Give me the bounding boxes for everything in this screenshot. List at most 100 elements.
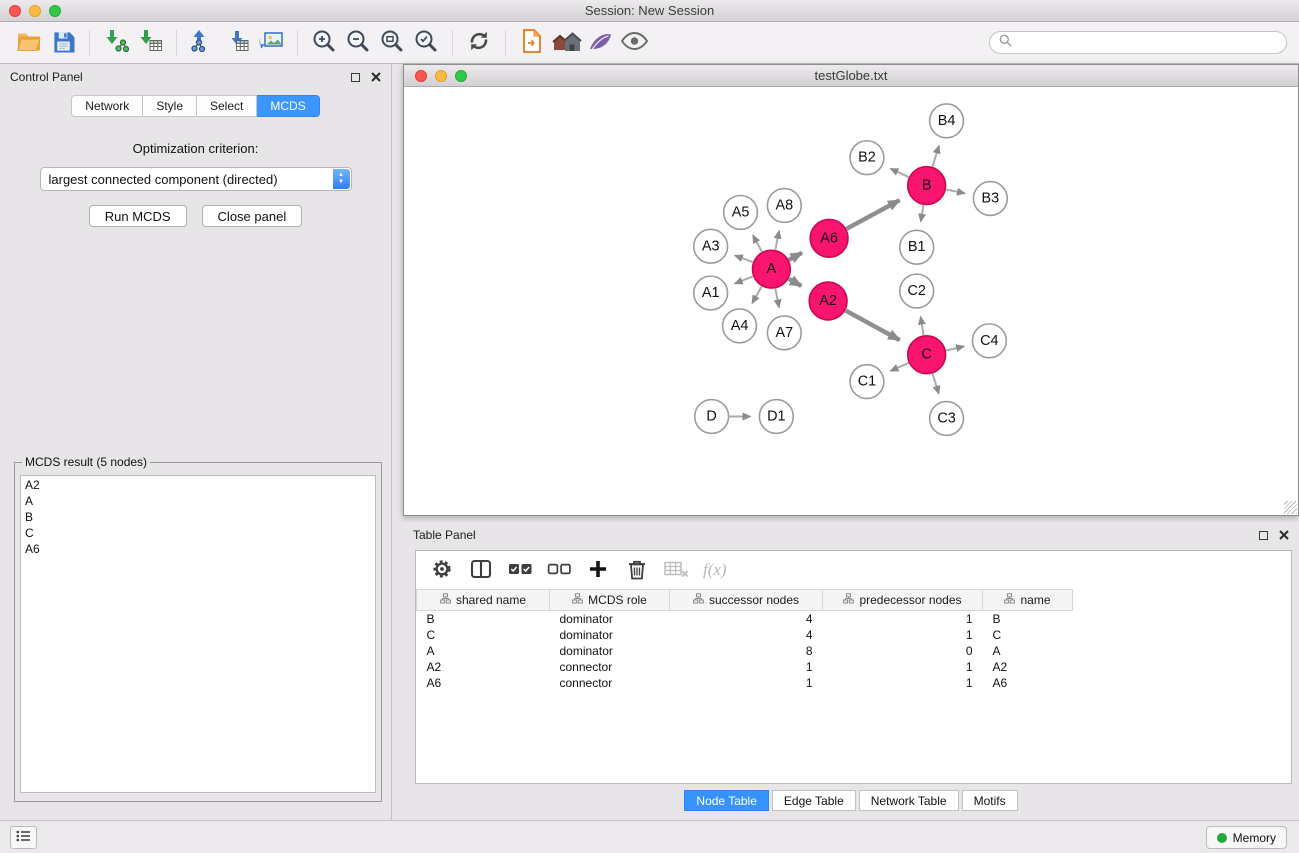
table-cell[interactable]: 1 (823, 627, 983, 643)
network-node[interactable]: D1 (759, 400, 793, 434)
table-row[interactable]: Adominator80A (417, 643, 1292, 659)
search-input[interactable] (1017, 36, 1277, 50)
zoom-fit-button[interactable] (375, 27, 409, 59)
table-cell[interactable]: A (417, 643, 550, 659)
network-close-button[interactable] (415, 70, 427, 82)
table-cell[interactable]: 0 (823, 643, 983, 659)
table-cell[interactable]: A2 (983, 659, 1073, 675)
mcds-result-list[interactable]: A2ABCA6 (20, 475, 376, 793)
tab-node-table[interactable]: Node Table (684, 790, 769, 811)
table-cell[interactable]: A (983, 643, 1073, 659)
close-panel-action-button[interactable]: Close panel (202, 205, 303, 227)
network-edge[interactable] (946, 190, 965, 194)
table-cell[interactable]: 1 (823, 675, 983, 691)
network-edge[interactable] (846, 311, 900, 340)
network-node[interactable]: D (695, 400, 729, 434)
table-cell[interactable]: connector (550, 659, 670, 675)
titlebar[interactable]: Session: New Session (0, 0, 1299, 22)
float-table-panel-button[interactable] (1259, 531, 1268, 540)
zoom-out-button[interactable] (341, 27, 375, 59)
zoom-window-button[interactable] (49, 5, 61, 17)
network-node[interactable]: B3 (973, 182, 1007, 216)
table-row[interactable]: A6connector11A6 (417, 675, 1292, 691)
table-cell[interactable]: 1 (670, 675, 823, 691)
mcds-result-item[interactable]: B (25, 509, 371, 525)
network-zoom-button[interactable] (455, 70, 467, 82)
table-cell[interactable]: C (983, 627, 1073, 643)
search-box[interactable] (989, 31, 1287, 54)
table-cell[interactable]: dominator (550, 611, 670, 627)
unselect-all-columns-button[interactable] (543, 555, 575, 585)
table-row[interactable]: Bdominator41B (417, 611, 1292, 627)
network-edge[interactable] (891, 363, 909, 371)
table-settings-button[interactable] (426, 555, 458, 585)
apply-layout-button[interactable] (462, 27, 496, 59)
network-canvas[interactable]: B4B2BB3A8A5A6A3B1AC2A1A2A4A7C4CC1C3DD1 (404, 87, 1298, 514)
table-cell[interactable]: 1 (823, 659, 983, 675)
run-mcds-button[interactable]: Run MCDS (89, 205, 187, 227)
network-edge[interactable] (933, 374, 939, 394)
network-node[interactable]: B4 (930, 104, 964, 138)
mcds-result-item[interactable]: A2 (25, 477, 371, 493)
select-all-columns-button[interactable] (504, 555, 536, 585)
table-cell[interactable]: C (417, 627, 550, 643)
network-window-titlebar[interactable]: testGlobe.txt (404, 65, 1298, 87)
network-node[interactable]: B (908, 167, 946, 205)
show-column-button[interactable] (465, 555, 497, 585)
table-cell[interactable]: B (417, 611, 550, 627)
import-table-button[interactable] (133, 27, 167, 59)
network-node[interactable]: B1 (900, 230, 934, 264)
zoom-in-button[interactable] (307, 27, 341, 59)
network-edge[interactable] (921, 317, 924, 335)
mcds-result-item[interactable]: A6 (25, 541, 371, 557)
close-table-panel-button[interactable] (1279, 528, 1289, 543)
network-node[interactable]: A3 (694, 229, 728, 263)
table-cell[interactable]: 1 (823, 611, 983, 627)
column-header-name[interactable]: name (983, 590, 1073, 611)
network-node[interactable]: A (752, 250, 790, 288)
network-node[interactable]: C2 (900, 274, 934, 308)
table-cell[interactable]: dominator (550, 627, 670, 643)
network-edge[interactable] (752, 286, 761, 303)
mcds-result-item[interactable]: A (25, 493, 371, 509)
export-web-button[interactable] (515, 27, 549, 59)
open-session-button[interactable] (12, 27, 46, 59)
table-cell[interactable]: 1 (670, 659, 823, 675)
network-node[interactable]: C3 (930, 402, 964, 436)
create-column-button[interactable] (582, 555, 614, 585)
network-edge[interactable] (775, 231, 779, 250)
criterion-dropdown[interactable]: largest connected component (directed) ▲… (40, 167, 352, 191)
column-header-MCDS-role[interactable]: MCDS role (550, 590, 670, 611)
network-edge[interactable] (921, 205, 924, 222)
save-session-button[interactable] (46, 27, 80, 59)
table-cell[interactable]: A6 (417, 675, 550, 691)
table-cell[interactable]: A6 (983, 675, 1073, 691)
tab-select[interactable]: Select (197, 95, 257, 117)
delete-table-button[interactable] (660, 555, 692, 585)
tab-edge-table[interactable]: Edge Table (772, 790, 856, 811)
network-node[interactable]: B2 (850, 141, 884, 175)
column-header-predecessor-nodes[interactable]: predecessor nodes (823, 590, 983, 611)
network-node[interactable]: C1 (850, 365, 884, 399)
network-node[interactable]: A2 (809, 282, 847, 320)
table-cell[interactable]: dominator (550, 643, 670, 659)
network-edge[interactable] (890, 169, 908, 177)
network-edge[interactable] (946, 346, 964, 350)
network-edge[interactable] (735, 276, 753, 283)
network-edge[interactable] (753, 235, 762, 252)
table-cell[interactable]: connector (550, 675, 670, 691)
table-row[interactable]: A2connector11A2 (417, 659, 1292, 675)
close-panel-button[interactable] (371, 70, 381, 85)
import-network-button[interactable] (99, 27, 133, 59)
home-button[interactable] (549, 27, 583, 59)
table-cell[interactable]: A2 (417, 659, 550, 675)
column-header-successor-nodes[interactable]: successor nodes (670, 590, 823, 611)
float-panel-button[interactable] (351, 73, 360, 82)
minimize-window-button[interactable] (29, 5, 41, 17)
memory-button[interactable]: Memory (1206, 826, 1287, 849)
column-header-shared-name[interactable]: shared name (417, 590, 550, 611)
style-tool-button[interactable] (583, 27, 617, 59)
network-edge[interactable] (789, 279, 802, 286)
tab-mcds[interactable]: MCDS (257, 95, 319, 117)
network-node[interactable]: A5 (724, 195, 758, 229)
